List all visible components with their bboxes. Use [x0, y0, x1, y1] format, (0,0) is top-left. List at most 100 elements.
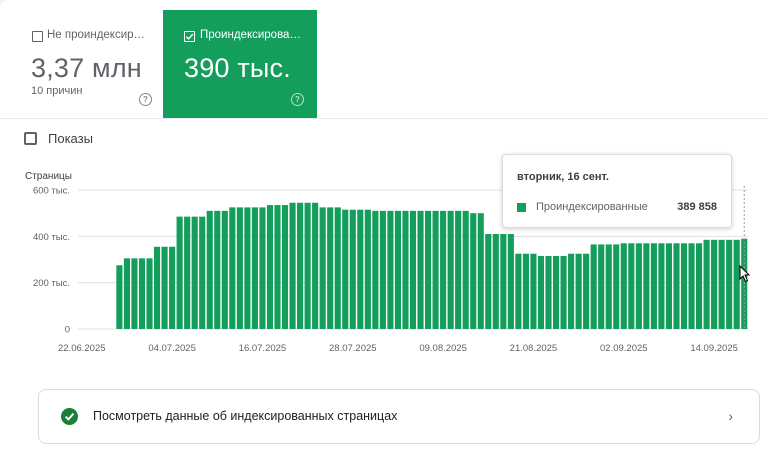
chart-bar — [515, 253, 522, 329]
chart-bar — [552, 256, 560, 329]
check-circle-icon — [61, 408, 78, 425]
chart-bar — [184, 216, 191, 329]
indexed-value: 390 тыс. — [184, 53, 291, 83]
chart-bar — [161, 246, 168, 329]
chart-bar — [191, 216, 198, 329]
chart-bar — [274, 205, 281, 329]
chart-bar — [688, 243, 695, 329]
x-tick-label: 22.06.2025 — [58, 343, 106, 354]
link-text: Посмотреть данные об индексированных стр… — [93, 409, 398, 423]
chart-bar — [357, 209, 364, 329]
chart-bar — [229, 207, 236, 329]
chart-bar — [379, 210, 386, 329]
chart-bar — [417, 210, 424, 329]
chart-bar — [658, 243, 665, 329]
chart-bar — [221, 210, 228, 329]
chart-bar — [500, 234, 507, 329]
impressions-label: Показы — [48, 131, 93, 146]
indexed-tile[interactable]: Проиндексирова… 390 тыс. ? — [163, 10, 317, 118]
chart-bar — [409, 210, 417, 329]
chart-bar — [696, 243, 703, 329]
chart-bar — [251, 207, 258, 329]
help-icon[interactable]: ? — [291, 93, 304, 106]
chart-bar — [598, 244, 605, 329]
chart-bar — [477, 213, 484, 329]
tooltip-date: вторник, 16 сент. — [517, 171, 609, 183]
chart-bar — [718, 239, 725, 329]
chart-bar — [605, 244, 612, 329]
chart-bar — [266, 205, 274, 329]
chart-bar — [169, 246, 176, 329]
help-icon[interactable]: ? — [139, 93, 152, 106]
chart-bar — [643, 243, 650, 329]
chart-bar — [304, 202, 311, 329]
chart-bar — [327, 207, 334, 329]
chevron-right-icon: › — [728, 408, 733, 424]
chart-bar — [590, 244, 597, 329]
chart-bar — [402, 210, 409, 329]
impressions-toggle[interactable]: Показы — [24, 131, 93, 146]
chart-bar — [214, 210, 221, 329]
x-tick-label: 28.07.2025 — [329, 343, 377, 354]
view-indexed-pages-link[interactable]: Посмотреть данные об индексированных стр… — [38, 389, 760, 444]
chart-bar — [319, 207, 326, 329]
not-indexed-tile[interactable]: Не проиндексир… 3,37 млн 10 причин ? — [10, 10, 162, 118]
chart-bar — [146, 258, 153, 329]
x-tick-label: 21.08.2025 — [510, 343, 558, 354]
chart-bar — [394, 210, 402, 329]
chart-bar — [199, 216, 206, 329]
chart-bar — [545, 256, 552, 329]
chart-bar — [153, 246, 161, 329]
chart-bar — [492, 234, 499, 329]
chart-bar — [568, 253, 575, 329]
chart-bar — [281, 205, 289, 329]
chart-bar — [440, 210, 447, 329]
chart-bar — [138, 258, 146, 329]
chart-bar — [703, 239, 710, 329]
chart-bar — [560, 256, 567, 329]
chart-bar — [537, 256, 545, 329]
chart-bar — [726, 239, 733, 329]
chart-bar — [507, 234, 514, 329]
chart-bar — [312, 202, 319, 329]
chart-bar — [711, 239, 718, 329]
chart-bar — [620, 243, 627, 329]
chart-bar — [334, 207, 341, 329]
not-indexed-checkbox[interactable] — [32, 31, 43, 42]
chart-bar — [733, 239, 740, 329]
chart-bar — [349, 209, 356, 329]
chart-bar — [176, 216, 183, 329]
not-indexed-reasons: 10 причин — [31, 85, 83, 97]
chart-bar — [455, 210, 462, 329]
x-tick-label: 02.09.2025 — [600, 343, 648, 354]
divider — [0, 118, 768, 119]
y-tick-label: 200 тыс. — [33, 278, 70, 289]
y-tick-label: 600 тыс. — [33, 186, 70, 197]
chart-tooltip: вторник, 16 сент. Проиндексированные 389… — [502, 154, 732, 228]
not-indexed-value: 3,37 млн — [31, 53, 142, 83]
chart-bar — [462, 210, 469, 329]
chart-bar — [131, 258, 138, 329]
mouse-cursor-icon — [739, 265, 751, 283]
chart-bar — [297, 202, 304, 329]
chart-bar — [364, 209, 371, 329]
chart-bar — [635, 243, 642, 329]
chart-bar — [387, 210, 394, 329]
chart-bar — [123, 258, 130, 329]
tooltip-value: 389 858 — [677, 201, 717, 213]
x-tick-label: 09.08.2025 — [419, 343, 467, 354]
impressions-checkbox[interactable] — [24, 132, 37, 145]
index-coverage-card: Не проиндексир… 3,37 млн 10 причин ? Про… — [0, 0, 768, 449]
chart-bar — [673, 243, 680, 329]
indexed-checkbox[interactable] — [184, 31, 195, 42]
not-indexed-label: Не проиндексир… — [47, 29, 146, 41]
x-tick-label: 16.07.2025 — [239, 343, 287, 354]
chart-bar — [244, 207, 251, 329]
chart-bar — [522, 253, 529, 329]
chart-bar — [259, 207, 266, 329]
check-icon — [185, 33, 194, 40]
chart-bar — [665, 243, 673, 329]
chart-bar — [342, 209, 349, 329]
chart-bar — [236, 207, 243, 329]
chart-bar — [432, 210, 439, 329]
